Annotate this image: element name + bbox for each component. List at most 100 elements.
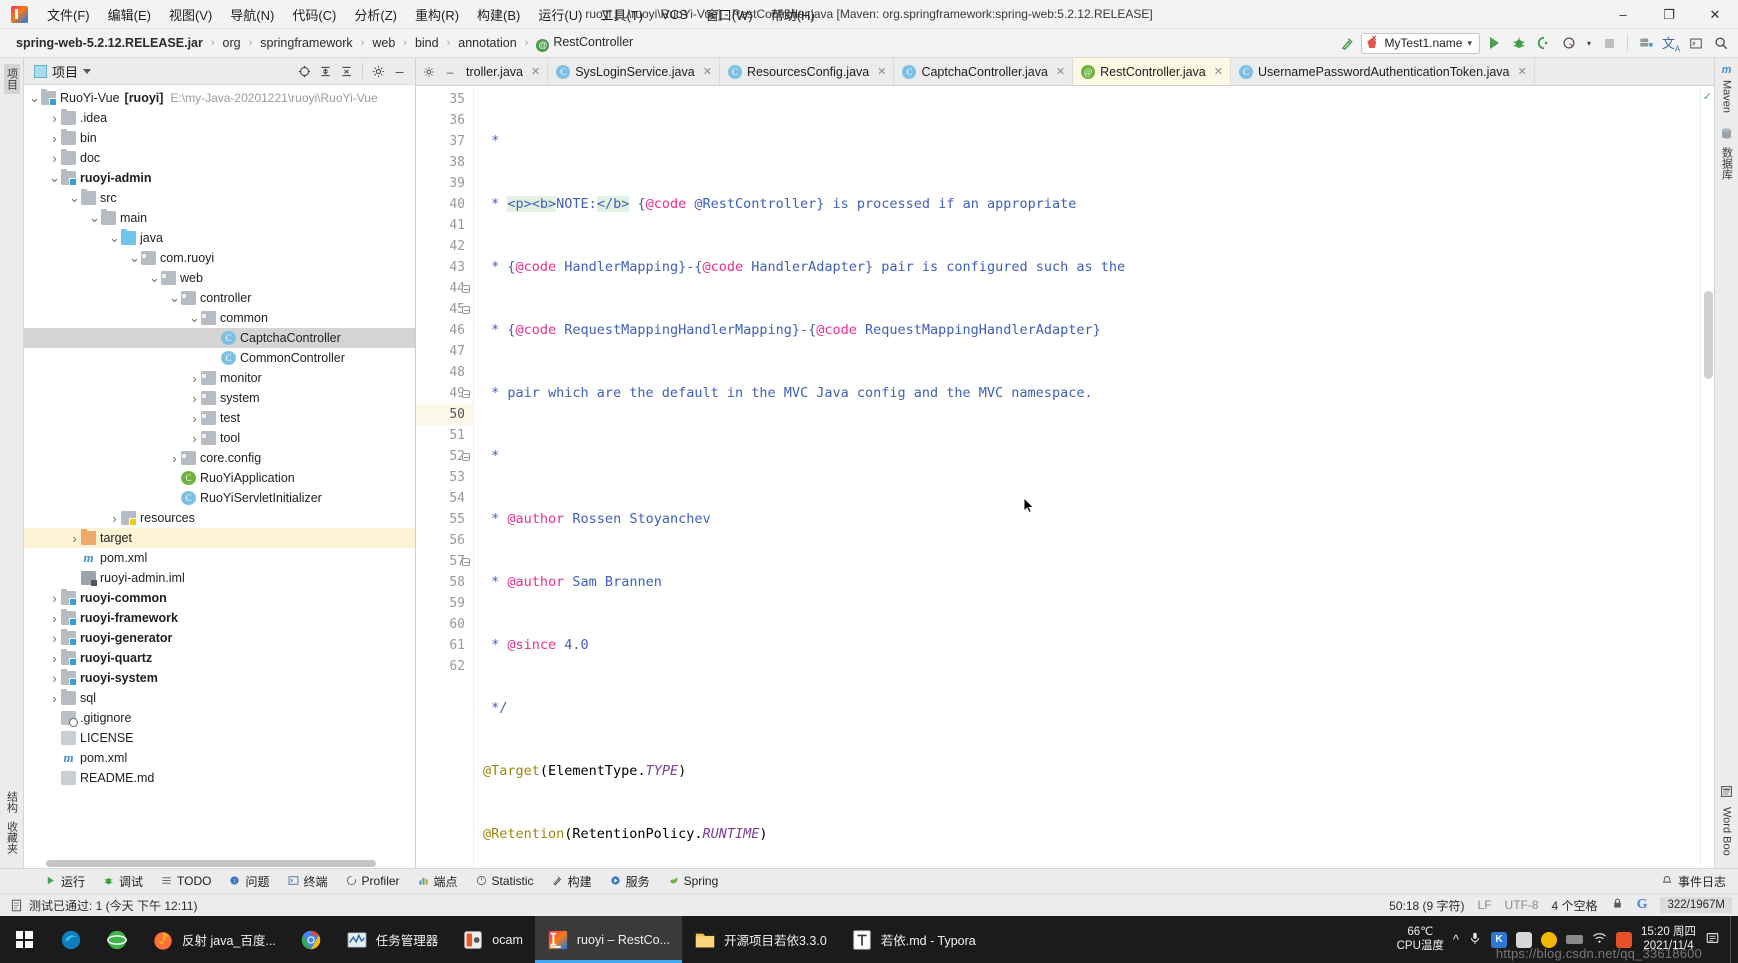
tree-node-ruoyi-vue[interactable]: ⌄ RuoYi-Vue [ruoyi] E:\my-Java-20201221\ruo… <box>24 88 415 108</box>
line-number[interactable]: 43 <box>416 257 473 278</box>
inspection-status-icon[interactable]: ✓ <box>1703 90 1712 103</box>
chevron-right-icon[interactable]: › <box>188 391 201 406</box>
rail-item-favorites-top[interactable]: · <box>6 94 18 106</box>
line-number[interactable]: 55 <box>416 509 473 530</box>
chevron-right-icon[interactable]: › <box>188 371 201 386</box>
network-icon[interactable] <box>1592 931 1607 948</box>
tree-node-ruoyi-common[interactable]: › ruoyi-common <box>24 588 415 608</box>
toolwindow-button-问题[interactable]: ! 问题 <box>220 871 278 892</box>
project-title-group[interactable]: 项目 <box>34 62 92 81</box>
tree-node-commoncontroller[interactable]: C CommonController <box>24 348 415 368</box>
google-icon[interactable]: G <box>1637 897 1648 913</box>
rail-item-project[interactable]: 项目 <box>3 64 20 94</box>
line-number-gutter[interactable]: 35 36 37 38 39 40 41 42 43 44 45 46 47 48 49 50 51 52 53 54… <box>416 86 474 868</box>
chevron-right-icon[interactable]: › <box>48 611 61 626</box>
line-separator[interactable]: LF <box>1478 898 1492 912</box>
line-number[interactable]: 50 <box>416 404 473 425</box>
taskbar-chrome[interactable] <box>288 916 334 963</box>
code-fold-icon[interactable] <box>460 283 471 294</box>
chevron-down-icon[interactable]: ⌄ <box>168 290 181 306</box>
tree-node-test[interactable]: › test <box>24 408 415 428</box>
code-fold-icon[interactable] <box>460 388 471 399</box>
tree-node-web[interactable]: ⌄ web <box>24 268 415 288</box>
tree-node-readme-md[interactable]: README.md <box>24 768 415 788</box>
tree-node-resources[interactable]: › resources <box>24 508 415 528</box>
project-tree[interactable]: ⌄ RuoYi-Vue [ruoyi] E:\my-Java-20201221\ruo… <box>24 85 415 859</box>
project-structure-icon[interactable] <box>1635 32 1657 54</box>
tree-node--idea[interactable]: › .idea <box>24 108 415 128</box>
run-configuration-selector[interactable]: MyTest1.name ▾ <box>1361 32 1480 54</box>
rail-item-favorites[interactable]: 收藏夹 <box>4 817 20 858</box>
chevron-right-icon[interactable]: › <box>48 691 61 706</box>
chevron-right-icon[interactable]: › <box>48 671 61 686</box>
tree-node-pom-xml[interactable]: m pom.xml <box>24 548 415 568</box>
tree-node-ruoyi-quartz[interactable]: › ruoyi-quartz <box>24 648 415 668</box>
chevron-right-icon[interactable]: › <box>48 151 61 166</box>
code-text[interactable]: * * <p><b>NOTE:</b> {@code @RestControll… <box>474 86 1700 868</box>
chevron-down-icon[interactable]: ⌄ <box>188 310 201 326</box>
shield-icon[interactable] <box>1541 931 1558 948</box>
line-number[interactable]: 61 <box>416 635 473 656</box>
tab-resourcesconfig-java[interactable]: C ResourcesConfig.java ✕ <box>720 58 895 85</box>
status-message-group[interactable]: 测试已通过: 1 (今天 下午 12:11) <box>10 897 197 914</box>
toolwindow-button-调试[interactable]: 调试 <box>94 871 152 892</box>
breadcrumb-item-3[interactable]: web <box>370 35 397 51</box>
rail-item-database[interactable]: 数据库 <box>1719 143 1735 184</box>
toolwindow-button-todo[interactable]: TODO <box>152 872 220 890</box>
taskbar-taskmanager[interactable]: 任务管理器 <box>334 916 451 963</box>
taskbar-edge[interactable] <box>48 916 94 963</box>
chevron-down-icon[interactable]: ⌄ <box>68 190 81 206</box>
tree-node-pom-xml[interactable]: m pom.xml <box>24 748 415 768</box>
line-number[interactable]: 46 <box>416 320 473 341</box>
lock-icon[interactable] <box>1611 897 1624 913</box>
memory-indicator[interactable]: 322/1967M <box>1660 897 1732 913</box>
tree-node-sql[interactable]: › sql <box>24 688 415 708</box>
maximize-button[interactable]: ❐ <box>1646 0 1692 29</box>
tree-node-ruoyi-admin-iml[interactable]: ruoyi-admin.iml <box>24 568 415 588</box>
tree-node-controller[interactable]: ⌄ controller <box>24 288 415 308</box>
breadcrumb-item-5[interactable]: annotation <box>456 35 518 51</box>
taskbar-typora[interactable]: 若依.md - Typora <box>839 916 988 963</box>
toolwindow-button-运行[interactable]: 运行 <box>36 871 94 892</box>
line-number[interactable]: 58 <box>416 572 473 593</box>
collapse-all-icon[interactable] <box>337 62 356 81</box>
notification-center-icon[interactable] <box>1705 931 1720 948</box>
breadcrumb-item-2[interactable]: springframework <box>258 35 354 51</box>
profile-dropdown-icon[interactable]: ▾ <box>1583 32 1595 54</box>
hide-panel-icon[interactable]: – <box>390 62 409 81</box>
close-icon[interactable]: ✕ <box>1056 65 1065 78</box>
line-number[interactable]: 56 <box>416 530 473 551</box>
close-icon[interactable]: ✕ <box>703 65 712 78</box>
breadcrumb-item-0[interactable]: spring-web-5.2.12.RELEASE.jar <box>14 35 205 51</box>
editor-vertical-scrollbar[interactable] <box>1704 291 1713 379</box>
indent-setting[interactable]: 4 个空格 <box>1552 897 1598 914</box>
tree-node-system[interactable]: › system <box>24 388 415 408</box>
run-with-coverage-button[interactable] <box>1533 32 1555 54</box>
debug-button[interactable] <box>1508 32 1530 54</box>
profile-button[interactable] <box>1558 32 1580 54</box>
tree-node-tool[interactable]: › tool <box>24 428 415 448</box>
cpu-temperature-widget[interactable]: 66℃ CPU温度 <box>1397 926 1444 952</box>
rail-item-word-book[interactable]: Word Boo <box>1721 803 1733 860</box>
code-fold-icon[interactable] <box>460 451 471 462</box>
chevron-right-icon[interactable]: › <box>168 451 181 466</box>
close-button[interactable]: ✕ <box>1692 0 1738 29</box>
terminal-icon[interactable] <box>1685 32 1707 54</box>
tab-restcontroller-java[interactable]: @ RestController.java ✕ <box>1073 58 1231 85</box>
kingsoft-icon[interactable]: K <box>1491 931 1508 948</box>
chevron-right-icon[interactable]: › <box>68 531 81 546</box>
tree-node-target[interactable]: › target <box>24 528 415 548</box>
code-fold-icon[interactable] <box>460 304 471 315</box>
breadcrumb-item-1[interactable]: org <box>221 35 243 51</box>
line-number[interactable]: 60 <box>416 614 473 635</box>
toolwindow-button-服务[interactable]: 服务 <box>601 871 659 892</box>
tree-node-core-config[interactable]: › core.config <box>24 448 415 468</box>
tree-node-common[interactable]: ⌄ common <box>24 308 415 328</box>
minimize-button[interactable]: – <box>1600 0 1646 29</box>
breadcrumb-item-6[interactable]: @ RestController <box>534 34 635 53</box>
run-button[interactable] <box>1483 32 1505 54</box>
chevron-right-icon[interactable]: › <box>188 411 201 426</box>
line-number[interactable]: 54 <box>416 488 473 509</box>
close-icon[interactable]: ✕ <box>1518 65 1527 78</box>
chevron-right-icon[interactable]: › <box>108 511 121 526</box>
